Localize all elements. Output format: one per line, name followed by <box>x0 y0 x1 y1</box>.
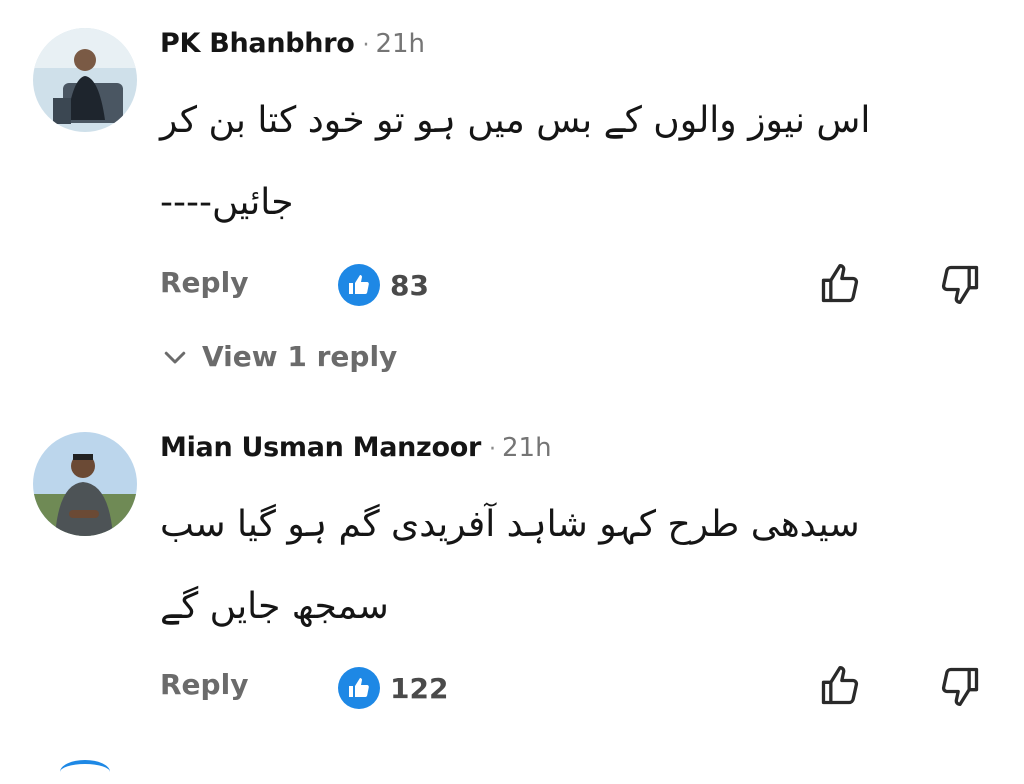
avatar[interactable] <box>33 432 137 536</box>
like-count: 83 <box>390 269 429 302</box>
reply-button[interactable]: Reply <box>160 668 248 701</box>
comment-item: Mian Usman Manzoor · 21h سیدھی طرح کہو ش… <box>0 400 1024 766</box>
thumbs-down-icon[interactable] <box>938 262 982 306</box>
thumbs-up-icon[interactable] <box>818 262 862 306</box>
comment-header: Mian Usman Manzoor · 21h <box>160 432 552 472</box>
author-name[interactable]: Mian Usman Manzoor <box>160 432 481 463</box>
comment-text: اس نیوز والوں کے بس میں ہو تو خود کتا بن… <box>160 100 871 223</box>
comment-text: سیدھی طرح کہو شاہد آفریدی گم ہو گیا سب س… <box>160 504 860 627</box>
comment-header: PK Bhanbhro · 21h <box>160 28 425 68</box>
timestamp: 21h <box>375 29 426 59</box>
separator-dot: · <box>488 437 496 462</box>
chevron-down-icon <box>164 351 186 363</box>
thumbs-up-icon[interactable] <box>818 664 862 708</box>
view-replies-button[interactable]: View 1 reply <box>160 340 397 373</box>
view-replies-label: View 1 reply <box>202 340 398 373</box>
avatar[interactable] <box>33 28 137 132</box>
thumbs-down-icon[interactable] <box>938 664 982 708</box>
timestamp: 21h <box>501 433 552 463</box>
like-count: 122 <box>390 672 449 705</box>
like-badge-icon <box>338 264 380 306</box>
like-badge-icon <box>338 667 380 709</box>
reply-button[interactable]: Reply <box>160 266 248 299</box>
avatar[interactable] <box>60 760 110 784</box>
separator-dot: · <box>362 33 370 58</box>
author-name[interactable]: PK Bhanbhro <box>160 28 355 59</box>
comment-item: PK Bhanbhro · 21h اس نیوز والوں کے بس می… <box>0 0 1024 400</box>
